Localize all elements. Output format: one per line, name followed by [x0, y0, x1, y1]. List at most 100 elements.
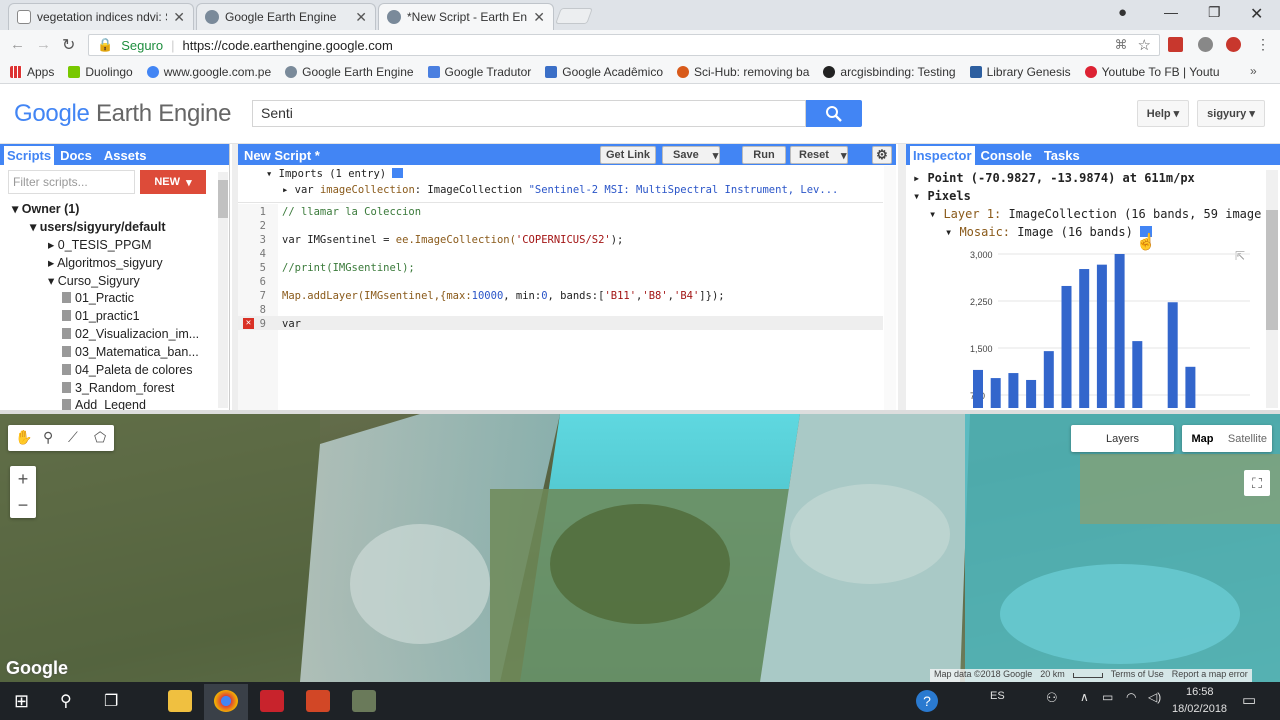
chart-bar[interactable] — [973, 369, 983, 408]
chart-bar[interactable] — [1185, 366, 1196, 408]
panel-divider[interactable] — [898, 144, 906, 410]
tab-scripts[interactable]: Scripts — [4, 146, 55, 165]
bookmark-item[interactable]: Google Earth Engine — [285, 65, 414, 79]
new-tab-button[interactable] — [555, 8, 593, 24]
extension-icon[interactable] — [1198, 37, 1213, 52]
forward-icon[interactable]: → — [36, 36, 51, 53]
people-icon[interactable]: ⚇ — [1046, 690, 1058, 706]
chrome-icon[interactable] — [214, 690, 238, 712]
user-button[interactable]: sigyury ▾ — [1197, 100, 1265, 127]
tray-up-icon[interactable]: ∧ — [1080, 690, 1089, 704]
help-app-icon[interactable]: ? — [916, 690, 938, 712]
terms-link[interactable]: Terms of Use — [1111, 669, 1164, 682]
point-row[interactable]: ▸ Point (-70.9827, -13.9874) at 611m/px — [913, 171, 1195, 185]
acrobat-icon[interactable] — [260, 690, 284, 712]
window-close-icon[interactable]: ✕ — [1250, 4, 1263, 24]
search-button[interactable] — [806, 100, 862, 127]
volume-icon[interactable]: ◁) — [1148, 690, 1161, 704]
imports-row[interactable]: ▾ Imports (1 entry) — [266, 168, 404, 180]
pan-hand-icon[interactable]: ✋ — [15, 429, 32, 446]
powerpoint-icon[interactable] — [306, 690, 330, 712]
polygon-icon[interactable]: ⬠ — [94, 429, 106, 446]
editor-scrollbar[interactable] — [884, 166, 896, 410]
tree-file[interactable]: 04_Paleta de colores — [62, 363, 192, 377]
chart-bar[interactable] — [1026, 379, 1037, 408]
map-type-map[interactable]: Map — [1182, 425, 1223, 452]
tree-folder[interactable]: ▾ Curso_Sigyury — [48, 273, 140, 288]
tree-file[interactable]: 3_Random_forest — [62, 381, 174, 395]
search-icon[interactable]: ⚲ — [60, 691, 72, 711]
bookmark-item[interactable]: Google Acadêmico — [545, 65, 663, 79]
marker-icon[interactable]: ⚲ — [43, 429, 53, 446]
tab-inspector[interactable]: Inspector — [910, 146, 975, 165]
reload-icon[interactable]: ↻ — [62, 35, 75, 55]
chart-bar[interactable] — [1167, 302, 1178, 408]
more-bookmarks-icon[interactable]: » — [1250, 64, 1257, 78]
code-area[interactable]: ▾ Imports (1 entry) ▸ var imageCollectio… — [238, 166, 883, 410]
inspector-scrollbar[interactable] — [1266, 170, 1278, 408]
browser-tab[interactable]: vegetation indices ndvi: S ✕ — [8, 3, 194, 30]
bookmark-item[interactable]: Library Genesis — [969, 65, 1071, 79]
tree-owner[interactable]: ▾ Owner (1) — [12, 201, 79, 216]
tab-docs[interactable]: Docs — [54, 144, 98, 167]
bookmark-item[interactable]: Youtube To FB | Youtu — [1084, 65, 1220, 79]
url-bar[interactable]: 🔒 Seguro | https://code.earthengine.goog… — [88, 34, 1160, 56]
file-explorer-icon[interactable] — [168, 690, 192, 712]
map-type-satellite[interactable]: Satellite — [1223, 425, 1272, 452]
tree-repo[interactable]: ▾ users/sigyury/default — [30, 219, 166, 234]
help-button[interactable]: Help ▾ — [1137, 100, 1189, 127]
chart-bar[interactable] — [1008, 373, 1019, 408]
chart-bar[interactable] — [1114, 254, 1125, 408]
bookmark-item[interactable]: arcgisbinding: Testing — [823, 65, 956, 79]
tab-tasks[interactable]: Tasks — [1038, 144, 1086, 167]
layers-button[interactable]: Layers — [1071, 425, 1174, 452]
back-icon[interactable]: ← — [10, 36, 25, 53]
panel-divider[interactable] — [232, 144, 238, 410]
profile-icon[interactable]: ● — [1118, 4, 1127, 21]
wifi-icon[interactable]: ◠ — [1126, 690, 1136, 704]
chart-bar[interactable] — [1096, 264, 1107, 408]
clock-date[interactable]: 18/02/2018 — [1172, 703, 1227, 715]
task-view-icon[interactable]: ❐ — [104, 691, 118, 711]
bookmark-item[interactable]: Duolingo — [68, 65, 133, 79]
tab-console[interactable]: Console — [975, 144, 1038, 167]
mosaic-row[interactable]: ▾ Mosaic: Image (16 bands) — [945, 225, 1153, 239]
map-view[interactable]: ✋ ⚲ ⟋ ⬠ + − Layers Map Satellite ⛶ Googl… — [0, 414, 1280, 682]
extension-icon[interactable] — [1168, 37, 1183, 52]
save-button[interactable]: Save ▾ — [662, 146, 720, 164]
close-icon[interactable]: ✕ — [355, 9, 367, 26]
scrollbar[interactable] — [218, 172, 228, 408]
settings-gear-icon[interactable]: ⚙ — [872, 146, 892, 164]
tree-file[interactable]: 02_Visualizacion_im... — [62, 327, 199, 341]
battery-icon[interactable]: ▭ — [1102, 690, 1113, 704]
bookmark-item[interactable]: Sci-Hub: removing ba — [677, 65, 809, 79]
map-divider[interactable] — [0, 410, 1280, 414]
tree-file[interactable]: 03_Matematica_ban... — [62, 345, 199, 359]
browser-tab[interactable]: Google Earth Engine ✕ — [196, 3, 376, 30]
bookmark-star-icon[interactable]: ☆ — [1138, 36, 1151, 54]
language-indicator[interactable]: ES — [990, 690, 1005, 702]
menu-icon[interactable]: ⋮ — [1256, 36, 1270, 53]
chart-bar[interactable] — [1079, 269, 1090, 408]
minimize-icon[interactable]: — — [1164, 4, 1178, 20]
restore-icon[interactable]: ❐ — [1208, 4, 1221, 21]
bookmark-item[interactable]: www.google.com.pe — [146, 65, 271, 79]
chart-bar[interactable] — [1061, 285, 1072, 408]
tree-file[interactable]: 01_Practic — [62, 291, 134, 305]
fullscreen-icon[interactable]: ⛶ — [1244, 470, 1270, 496]
adblock-icon[interactable] — [1226, 37, 1241, 52]
tab-assets[interactable]: Assets — [98, 144, 153, 167]
browser-tab-active[interactable]: *New Script - Earth Engi ✕ — [378, 3, 554, 30]
reset-button[interactable]: Reset ▾ — [790, 146, 848, 164]
tree-folder[interactable]: ▸ Algoritmos_sigyury — [48, 255, 163, 270]
run-button[interactable]: Run — [742, 146, 786, 164]
search-input[interactable]: Senti — [252, 100, 806, 127]
zoom-in-button[interactable]: + — [10, 466, 36, 492]
filter-scripts-input[interactable]: Filter scripts... — [8, 170, 135, 194]
notification-icon[interactable]: ▭ — [1242, 691, 1256, 709]
close-icon[interactable]: ✕ — [533, 9, 545, 26]
bookmark-item[interactable]: Google Tradutor — [427, 65, 531, 79]
get-link-button[interactable]: Get Link — [600, 146, 656, 164]
report-link[interactable]: Report a map error — [1172, 669, 1248, 682]
chart-bar[interactable] — [990, 378, 1001, 408]
